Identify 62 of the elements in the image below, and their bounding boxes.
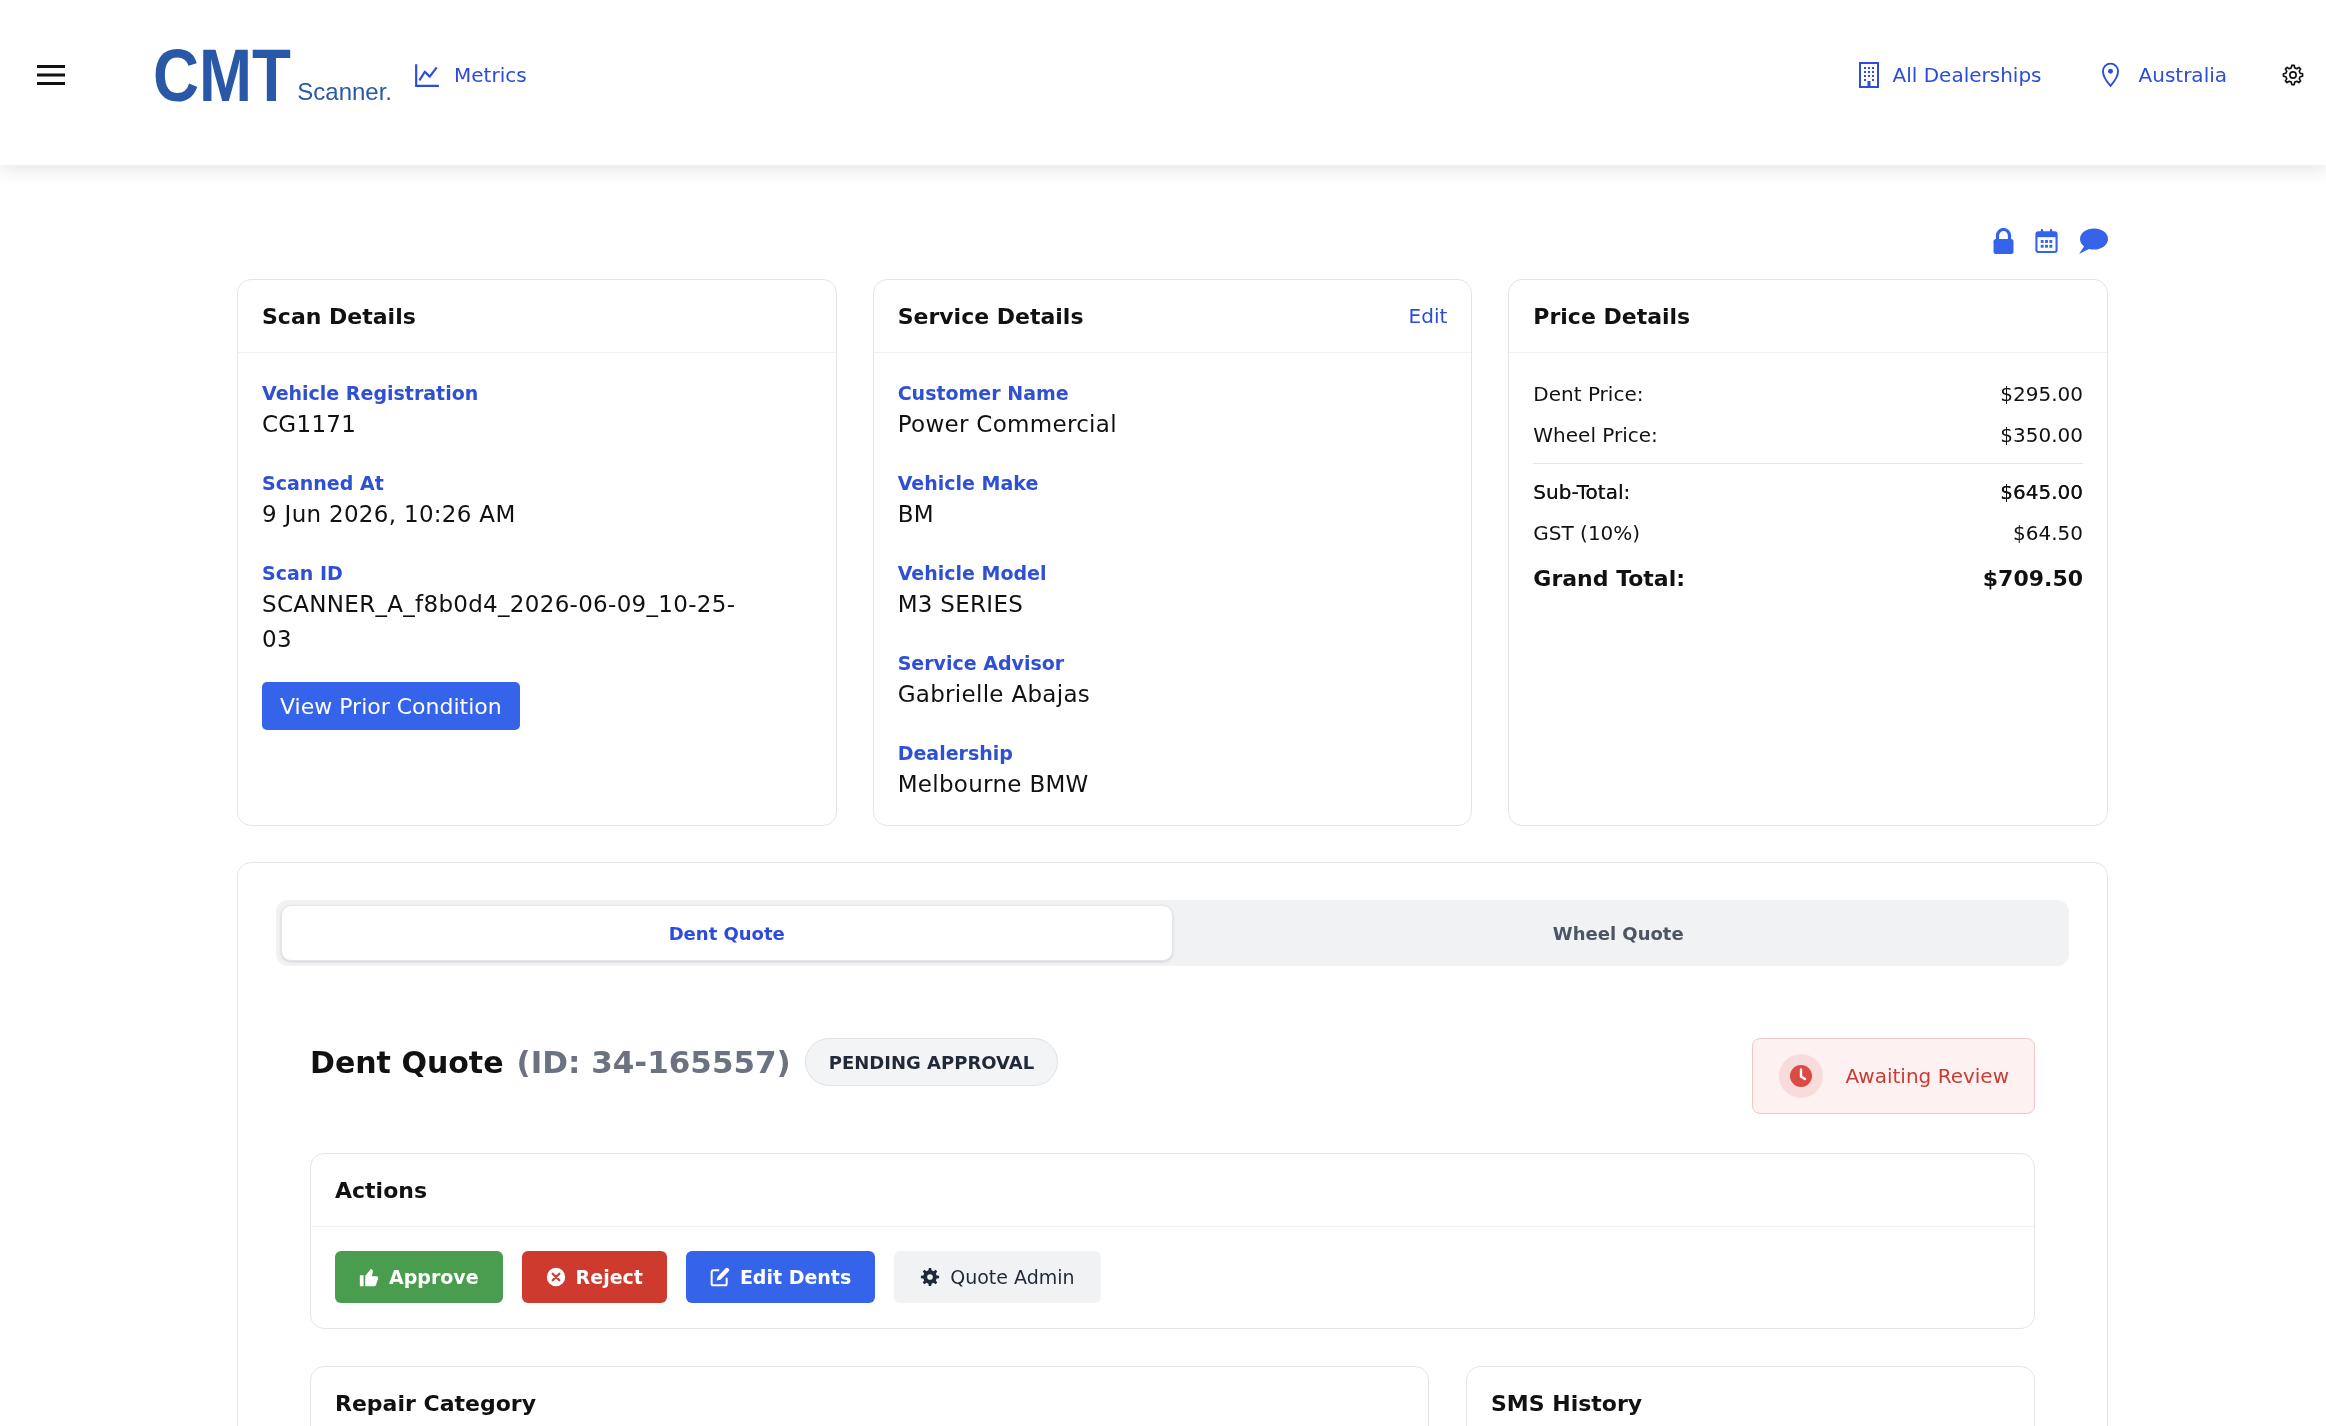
review-status-text: Awaiting Review — [1845, 1064, 2009, 1088]
field-value: BM — [897, 500, 935, 529]
field-label: Vehicle Make — [897, 471, 1040, 496]
field-value: SCANNER_A_f8b0d4_2026-06-09_10-25-03 — [262, 590, 737, 654]
price-label: GST (10%) — [1533, 520, 1641, 545]
field-label: Scan ID — [262, 561, 344, 586]
clock-icon — [1779, 1054, 1824, 1098]
lock-icon[interactable] — [1992, 228, 2015, 254]
field-label: Service Advisor — [897, 651, 1066, 676]
field-value: Melbourne BMW — [897, 770, 1090, 799]
card-title: Price Details — [1533, 303, 1691, 329]
status-badge: PENDING APPROVAL — [804, 1038, 1059, 1086]
metrics-link[interactable]: Metrics — [414, 61, 527, 88]
view-prior-condition-button[interactable]: View Prior Condition — [262, 682, 520, 730]
field-label: Vehicle Registration — [262, 381, 480, 406]
thumbs-up-icon — [359, 1267, 379, 1287]
quote-tab[interactable]: Dent Quote — [281, 905, 1173, 961]
price-value: $64.50 — [2013, 520, 2083, 545]
field-label: Customer Name — [897, 381, 1070, 406]
card-title: Actions — [335, 1177, 427, 1203]
logo-mark: CMT — [153, 47, 291, 104]
map-pin-icon — [2101, 61, 2119, 88]
admin-button[interactable]: Quote Admin — [894, 1251, 1101, 1303]
calendar-icon[interactable] — [2035, 228, 2058, 254]
price-value: $350.00 — [2000, 422, 2083, 447]
price-value: $645.00 — [2000, 479, 2083, 504]
region-filter-link[interactable]: Australia — [2101, 61, 2227, 88]
field-value: CG1171 — [262, 410, 358, 439]
field-value: 9 Jun 2026, 10:26 AM — [262, 500, 517, 529]
line-chart-icon — [414, 61, 441, 88]
field-value: Gabrielle Abajas — [897, 680, 1092, 709]
field-value: M3 SERIES — [897, 590, 1025, 619]
panel-title: SMS History — [1491, 1390, 1643, 1416]
gear-icon — [920, 1267, 941, 1287]
card-title: Service Details — [897, 303, 1084, 329]
total-label: Grand Total: — [1533, 565, 1686, 591]
panel-title: Repair Category — [335, 1390, 536, 1416]
quote-id: (ID: 34-165557) — [516, 1044, 791, 1080]
field-label: Dealership — [897, 741, 1014, 766]
price-value: $295.00 — [2000, 381, 2083, 406]
edit-link[interactable]: Edit — [1408, 304, 1448, 328]
reject-button[interactable]: Reject — [521, 1251, 667, 1303]
dealership-filter-link[interactable]: All Dealerships — [1858, 61, 2042, 88]
quote-title: Dent Quote — [310, 1044, 504, 1080]
price-label: Dent Price: — [1533, 381, 1644, 406]
edit-button[interactable]: Edit Dents — [685, 1251, 876, 1303]
edit-icon — [709, 1267, 730, 1287]
chat-bubble-icon[interactable] — [2078, 228, 2108, 254]
building-icon — [1858, 61, 1879, 88]
field-label: Vehicle Model — [897, 561, 1048, 586]
total-value: $709.50 — [1982, 565, 2083, 591]
field-label: Scanned At — [262, 471, 385, 496]
menu-icon[interactable] — [37, 64, 65, 85]
approve-button[interactable]: Approve — [335, 1251, 503, 1303]
card-title: Scan Details — [262, 303, 416, 329]
x-circle-icon — [545, 1267, 566, 1287]
price-label: Wheel Price: — [1533, 422, 1658, 447]
price-label: Sub-Total: — [1533, 479, 1631, 504]
quote-tab[interactable]: Wheel Quote — [1172, 905, 2064, 961]
field-value: Power Commercial — [897, 410, 1118, 439]
settings-icon[interactable] — [2282, 63, 2304, 86]
logo-wordmark: Scanner. — [297, 78, 393, 104]
